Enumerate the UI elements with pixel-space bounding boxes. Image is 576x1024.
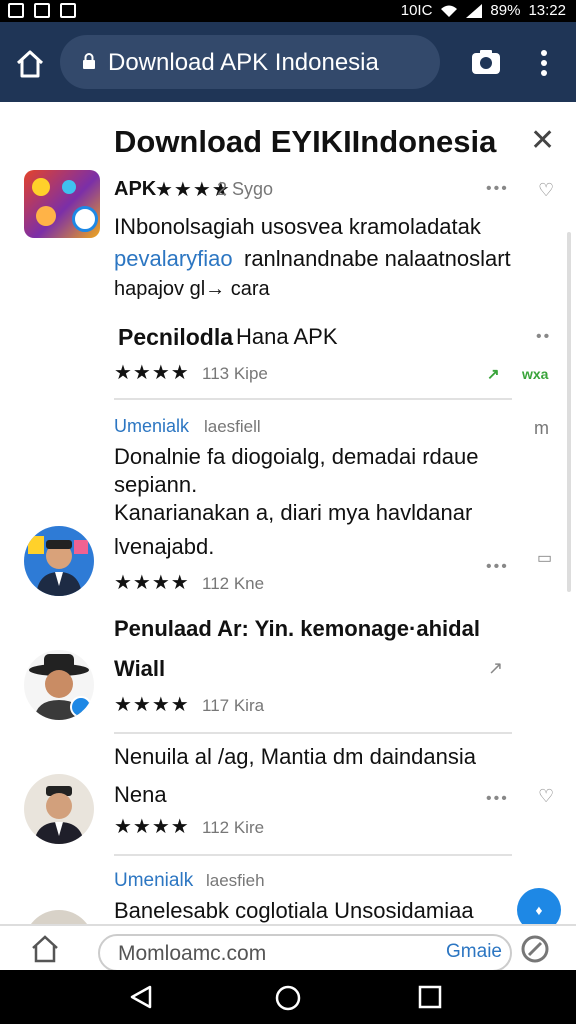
bottom-input-text[interactable]: Momloamc.com	[118, 942, 266, 966]
review-author[interactable]: Umenialk	[114, 416, 189, 437]
avatar	[24, 526, 94, 596]
recents-icon[interactable]	[418, 985, 442, 1009]
camera-icon[interactable]	[470, 48, 502, 76]
app-rating-text: 2 Sygo	[217, 179, 274, 199]
scrollbar[interactable]	[567, 232, 571, 592]
back-icon[interactable]	[128, 984, 154, 1010]
section-badge: wxa	[522, 366, 549, 382]
review-text-line1: Donalnie fa diogoialg, demadai rdaue	[114, 444, 479, 469]
more-options-icon[interactable]: •••	[486, 180, 509, 198]
url-text[interactable]: Download APK Indonesia	[108, 49, 379, 77]
image-notification-icon	[34, 3, 50, 18]
home-icon[interactable]	[14, 48, 46, 80]
network-label: 10IC	[400, 2, 433, 19]
review-more-icon[interactable]: •••	[486, 558, 509, 576]
bottom-bar: Momloamc.com Gmaie	[0, 924, 576, 972]
review-text-line3: Kanarianakan a, diari mya havldanar	[114, 500, 473, 525]
message-icon[interactable]: ▭	[537, 548, 552, 568]
email-chip[interactable]: Gmaie	[446, 941, 502, 963]
more-menu-icon[interactable]	[536, 48, 552, 78]
review-text-line1: Nenuila al /ag, Mantia dm daindansia	[114, 744, 477, 769]
wifi-icon	[441, 5, 458, 17]
review-stars: ★★★★	[114, 694, 190, 716]
review-stars: ★★★★	[114, 816, 190, 838]
avatar	[24, 774, 94, 844]
link-icon[interactable]	[520, 934, 550, 964]
app-notification-icon	[60, 3, 76, 18]
address-bar[interactable]: Download APK Indonesia	[60, 35, 440, 89]
review-text-line1: Penulaad Ar: Yin. kemonage·ahidal	[114, 616, 480, 641]
review-text-line2: Nena	[114, 782, 167, 807]
heart-icon[interactable]: ♡	[538, 786, 554, 807]
review-text-line2: sepiann.	[114, 472, 198, 497]
section-count: 113 Kipe	[202, 364, 268, 383]
app-description-link[interactable]: pevalaryfiao	[114, 246, 233, 272]
divider	[114, 732, 512, 734]
app-detail-panel: Download EYIKIIndonesia ✕ APK ★★★★ 2 Syg…	[0, 102, 576, 980]
gallery-notification-icon	[8, 3, 24, 18]
app-description-line1: INbonolsagiah usosvea kramoladatak	[114, 214, 481, 239]
divider	[114, 398, 512, 400]
review-count: 112 Kire	[202, 818, 265, 837]
browser-toolbar: Download APK Indonesia	[0, 22, 576, 102]
review-text-line4: lvenajabd.	[114, 534, 215, 559]
avatar	[24, 650, 94, 720]
trend-up-icon: ↗	[487, 366, 500, 383]
side-label: m	[534, 418, 549, 438]
bottom-search-input[interactable]: Momloamc.com Gmaie	[98, 934, 512, 972]
battery-level: 89%	[490, 2, 521, 19]
person-icon	[28, 536, 88, 596]
review-text-line1: Banelesabk coglotiala Unsosidamiaa	[114, 898, 474, 923]
lock-icon	[83, 53, 95, 69]
section-stars: ★★★★	[114, 362, 190, 384]
review-author-subtitle: laesfieh	[206, 871, 265, 890]
review-stars: ★★★★	[114, 572, 190, 594]
app-name: APK	[114, 178, 157, 200]
review-author-subtitle: laesfiell	[204, 417, 261, 436]
review-count: 112 Kne	[202, 574, 265, 593]
app-description-line2: ranlnandnabe nalaatnoslart	[244, 246, 511, 271]
close-icon[interactable]: ✕	[530, 126, 555, 156]
review-more-icon[interactable]: •••	[486, 790, 509, 808]
section-title: Pecnilodla	[118, 324, 234, 350]
clock: 13:22	[528, 2, 566, 19]
verified-icon	[70, 696, 92, 718]
home-outline-icon[interactable]	[30, 934, 60, 964]
share-icon[interactable]: ↗	[488, 658, 505, 679]
section-more-icon[interactable]: ••	[536, 328, 551, 346]
home-circle-icon[interactable]	[274, 984, 302, 1012]
system-nav-bar	[0, 970, 576, 1024]
review-author[interactable]: Umenialk	[114, 870, 193, 892]
heart-icon[interactable]: ♡	[538, 180, 554, 201]
status-bar: 10IC 89% 13:22	[0, 0, 576, 22]
divider	[114, 854, 512, 856]
app-icon	[24, 170, 100, 238]
app-description-line3: hapajov gl→ cara	[114, 278, 270, 300]
signal-icon	[466, 3, 483, 18]
review-text-line2: Wiall	[114, 656, 166, 681]
person-icon	[34, 786, 84, 844]
section-title-suffix: Hana APK	[236, 324, 338, 349]
review-count: 117 Kira	[202, 696, 265, 715]
panel-title: Download EYIKIIndonesia	[114, 124, 497, 159]
